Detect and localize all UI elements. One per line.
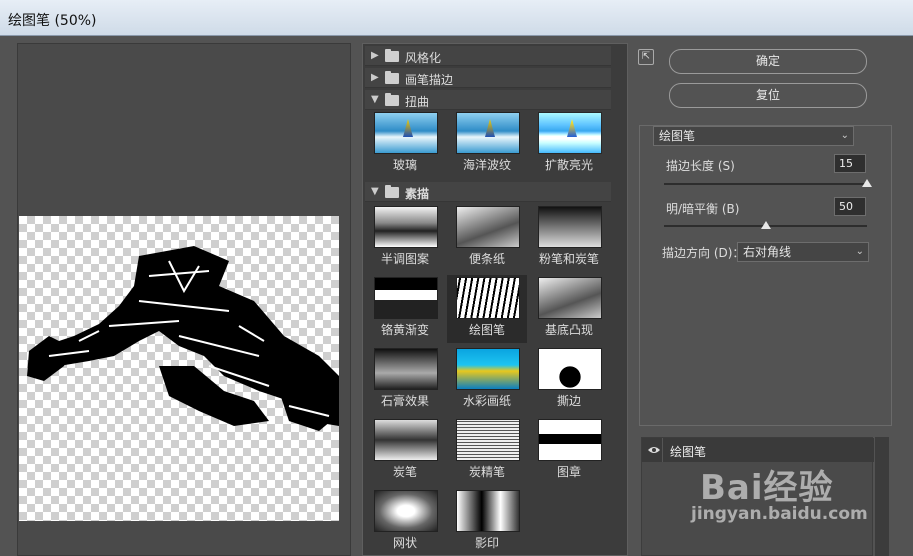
effect-layer-row[interactable]: 绘图笔 bbox=[642, 438, 874, 462]
reset-button[interactable]: 复位 bbox=[669, 83, 867, 108]
collapse-gallery-icon[interactable]: ⇱ bbox=[638, 49, 654, 65]
category-brush-strokes[interactable]: ▶ 画笔描边 bbox=[365, 68, 611, 88]
filter-thumb-reticulation[interactable]: 网状 bbox=[365, 488, 445, 556]
filter-thumb-ocean-ripple[interactable]: 海洋波纹 bbox=[447, 110, 527, 178]
filter-preview-thumbnail bbox=[538, 348, 602, 390]
filter-preview-thumbnail bbox=[538, 277, 602, 319]
balance-input[interactable]: 50 bbox=[834, 197, 866, 216]
category-distort[interactable]: ▼ 扭曲 bbox=[365, 90, 611, 110]
filter-preview-thumbnail bbox=[374, 277, 438, 319]
collapse-triangle-icon: ▼ bbox=[371, 94, 379, 105]
filter-select[interactable]: 绘图笔 ⌄ bbox=[653, 126, 854, 146]
filter-thumb-conte-crayon[interactable]: 炭精笔 bbox=[447, 417, 527, 485]
filter-thumb-chrome[interactable]: 铬黄渐变 bbox=[365, 275, 445, 343]
expand-triangle-icon: ▶ bbox=[371, 72, 379, 83]
filter-preview-thumbnail bbox=[374, 206, 438, 248]
balance-slider-handle[interactable] bbox=[760, 221, 771, 229]
filter-thumb-glass[interactable]: 玻璃 bbox=[365, 110, 445, 178]
folder-icon bbox=[385, 49, 399, 62]
filter-preview-thumbnail bbox=[456, 277, 520, 319]
filter-preview-thumbnail bbox=[374, 419, 438, 461]
watermark: Bai经验 jingyan.baidu.com bbox=[691, 460, 868, 524]
sketch-preview-graphic bbox=[27, 246, 339, 431]
filter-thumb-note-paper[interactable]: 便条纸 bbox=[447, 204, 527, 272]
category-sketch[interactable]: ▼ 素描 bbox=[365, 182, 611, 202]
filter-thumb-photocopy[interactable]: 影印 bbox=[447, 488, 527, 556]
filter-preview-thumbnail bbox=[456, 348, 520, 390]
filter-thumb-plaster[interactable]: 石膏效果 bbox=[365, 346, 445, 414]
filter-thumb-charcoal[interactable]: 炭笔 bbox=[365, 417, 445, 485]
layers-scrollbar[interactable] bbox=[875, 437, 889, 556]
filter-preview-thumbnail bbox=[374, 490, 438, 532]
chevron-down-icon: ⌄ bbox=[855, 246, 864, 257]
filter-preview-thumbnail bbox=[538, 206, 602, 248]
filter-preview-thumbnail bbox=[374, 348, 438, 390]
expand-triangle-icon: ▶ bbox=[371, 50, 379, 61]
filter-thumb-halftone[interactable]: 半调图案 bbox=[365, 204, 445, 272]
folder-open-icon bbox=[385, 185, 399, 198]
filter-thumb-graphic-pen[interactable]: 绘图笔 bbox=[447, 275, 527, 343]
collapse-triangle-icon: ▼ bbox=[371, 186, 379, 197]
folder-icon bbox=[385, 71, 399, 84]
watermark-url: jingyan.baidu.com bbox=[691, 504, 868, 524]
filter-thumb-water-paper[interactable]: 水彩画纸 bbox=[447, 346, 527, 414]
filter-preview-thumbnail bbox=[538, 112, 602, 154]
stroke-length-input[interactable]: 15 bbox=[834, 154, 866, 173]
filter-thumb-stamp[interactable]: 图章 bbox=[529, 417, 609, 485]
divider bbox=[662, 438, 663, 462]
preview-panel[interactable] bbox=[17, 43, 351, 556]
filter-preview-thumbnail bbox=[456, 490, 520, 532]
preview-image bbox=[19, 216, 339, 521]
stroke-length-label: 描边长度 (S) bbox=[666, 159, 735, 173]
balance-label: 明/暗平衡 (B) bbox=[666, 202, 740, 216]
filter-preview-thumbnail bbox=[538, 419, 602, 461]
watermark-brand: Bai经验 bbox=[700, 468, 834, 508]
window-title: 绘图笔 (50%) bbox=[8, 13, 97, 29]
gallery-scrollbar[interactable] bbox=[611, 44, 625, 555]
filter-thumb-bas-relief[interactable]: 基底凸现 bbox=[529, 275, 609, 343]
filter-gallery[interactable]: ▶ 风格化 ▶ 画笔描边 ▼ 扭曲 玻璃 海洋波纹 扩散亮光 ▼ 素描 半调图案… bbox=[362, 43, 628, 556]
direction-select[interactable]: 右对角线 ⌄ bbox=[737, 242, 869, 262]
chevron-down-icon: ⌄ bbox=[840, 130, 849, 141]
settings-panel: 绘图笔 ⌄ 描边长度 (S) 15 明/暗平衡 (B) 50 描边方向 (D)：… bbox=[639, 125, 892, 426]
filter-thumb-diffuse-glow[interactable]: 扩散亮光 bbox=[529, 110, 609, 178]
filter-thumb-chalk-charcoal[interactable]: 粉笔和炭笔 bbox=[529, 204, 609, 272]
filter-thumb-torn-edges[interactable]: 撕边 bbox=[529, 346, 609, 414]
ok-button[interactable]: 确定 bbox=[669, 49, 867, 74]
direction-label: 描边方向 (D)： bbox=[662, 246, 745, 260]
stroke-length-slider[interactable] bbox=[664, 183, 867, 185]
filter-preview-thumbnail bbox=[456, 206, 520, 248]
category-stylize[interactable]: ▶ 风格化 bbox=[365, 46, 611, 66]
eye-icon[interactable] bbox=[648, 444, 660, 456]
title-bar: 绘图笔 (50%) bbox=[0, 0, 913, 36]
filter-preview-thumbnail bbox=[374, 112, 438, 154]
filter-preview-thumbnail bbox=[456, 419, 520, 461]
filter-preview-thumbnail bbox=[456, 112, 520, 154]
folder-open-icon bbox=[385, 93, 399, 106]
stroke-length-slider-handle[interactable] bbox=[862, 179, 872, 187]
